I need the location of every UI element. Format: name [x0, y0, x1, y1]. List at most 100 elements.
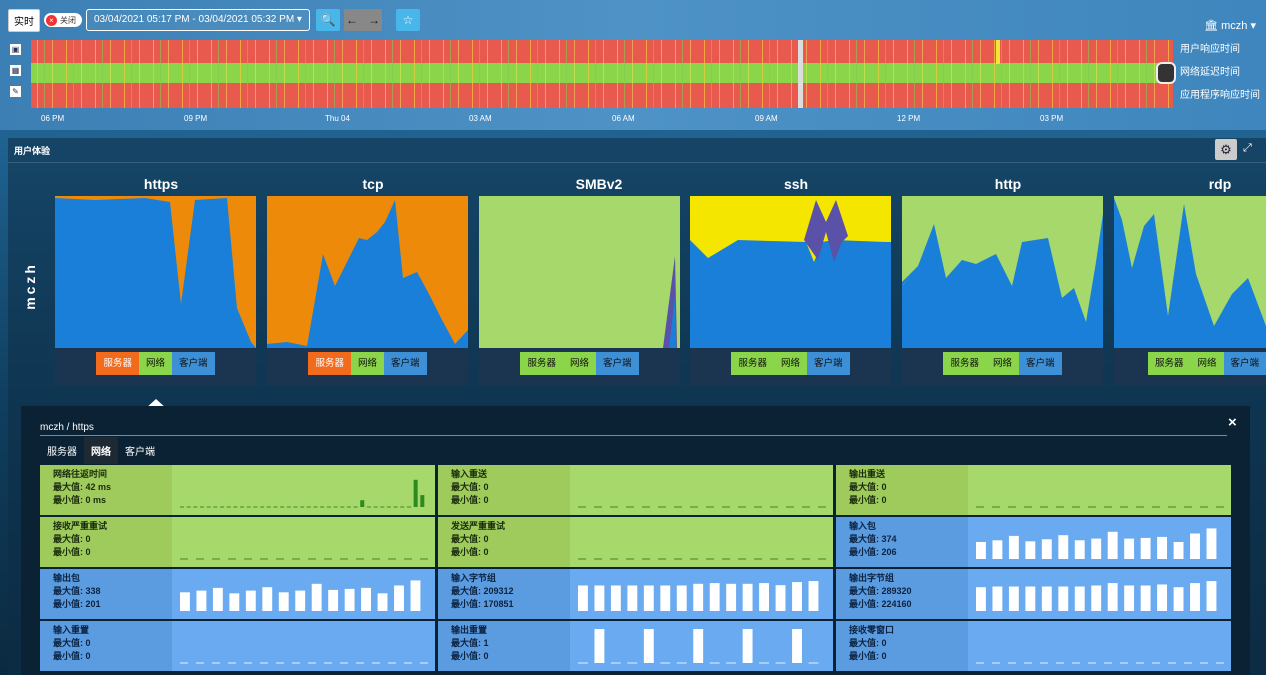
- square-view-icon[interactable]: ▣: [10, 44, 21, 55]
- legend-server[interactable]: 服务器: [943, 352, 986, 375]
- max-label: 最大值:: [53, 482, 83, 492]
- metric-name: 输出包: [53, 573, 81, 583]
- close-icon[interactable]: ×: [1228, 414, 1237, 431]
- timeline-gap: [798, 40, 803, 108]
- legend-server[interactable]: 服务器: [1148, 352, 1191, 375]
- legend-server[interactable]: 服务器: [731, 352, 774, 375]
- legend-network[interactable]: 网络: [985, 352, 1019, 375]
- arrow-left-icon[interactable]: ←: [346, 13, 358, 27]
- sparkline: [976, 662, 1224, 664]
- spark-bar: [1107, 583, 1118, 611]
- spark-bar: [1058, 586, 1069, 611]
- metric-label: 网络往返时间 最大值: 42 ms 最小值: 0 ms: [40, 465, 172, 515]
- legend-network[interactable]: 网络: [1190, 352, 1224, 375]
- time-tick: Thu 04: [325, 114, 350, 123]
- timeline-slider-handle[interactable]: [1156, 62, 1176, 84]
- metric-cell[interactable]: 输入包 最大值: 374 最小值: 206: [836, 517, 1231, 567]
- max-value: 0: [881, 638, 887, 648]
- legend-network[interactable]: 网络: [138, 352, 172, 375]
- tab-network[interactable]: 网络: [84, 437, 118, 464]
- legend-client[interactable]: 客户端: [807, 352, 850, 375]
- star-icon[interactable]: ☆: [395, 9, 420, 31]
- min-label: 最小值:: [53, 547, 83, 557]
- metric-min: 最小值: 224160: [849, 598, 968, 611]
- min-value: 0: [483, 547, 489, 557]
- spark-bar: [1157, 536, 1168, 559]
- metric-max: 最大值: 0: [451, 533, 570, 546]
- spark-bar: [1157, 584, 1168, 611]
- protocol-tile-https[interactable]: 服务器 网络 客户端: [55, 196, 256, 386]
- spark-bar: [693, 629, 704, 663]
- tab-client[interactable]: 客户端: [118, 437, 162, 464]
- metric-cell[interactable]: 输出重送 最大值: 0 最小值: 0: [836, 465, 1231, 515]
- spark-bar: [1124, 585, 1135, 611]
- legend-network[interactable]: 网络: [562, 352, 596, 375]
- live-button[interactable]: 实时: [8, 8, 40, 32]
- live-toggle[interactable]: × 关闭: [44, 13, 82, 27]
- metric-max: 最大值: 0: [53, 637, 172, 650]
- protocol-title: rdp: [1208, 176, 1232, 192]
- metric-cell[interactable]: 网络往返时间 最大值: 42 ms 最小值: 0 ms: [40, 465, 435, 515]
- legend-network[interactable]: 网络: [350, 352, 384, 375]
- protocol-tile-tcp[interactable]: 服务器 网络 客户端: [267, 196, 468, 386]
- zoom-icon[interactable]: 🔍: [315, 9, 340, 31]
- area-chart: [690, 196, 891, 348]
- tab-server[interactable]: 服务器: [40, 437, 84, 464]
- legend-client[interactable]: 客户端: [1223, 352, 1266, 375]
- spark-bar: [328, 589, 339, 611]
- sparkline: [976, 506, 1224, 508]
- close-icon: ×: [46, 14, 57, 26]
- legend-client[interactable]: 客户端: [596, 352, 639, 375]
- max-label: 最大值:: [451, 638, 481, 648]
- metric-max: 最大值: 0: [849, 637, 968, 650]
- expand-icon[interactable]: ⤢: [1243, 142, 1252, 155]
- legend-server[interactable]: 服务器: [96, 352, 139, 375]
- metric-cell[interactable]: 输入重送 最大值: 0 最小值: 0: [438, 465, 833, 515]
- legend-server[interactable]: 服务器: [308, 352, 351, 375]
- metric-cell[interactable]: 输出字节组 最大值: 289320 最小值: 224160: [836, 569, 1231, 619]
- protocol-tile-http[interactable]: 服务器 网络 客户端: [902, 196, 1103, 386]
- metric-cell[interactable]: 发送严重重试 最大值: 0 最小值: 0: [438, 517, 833, 567]
- min-label: 最小值:: [53, 651, 83, 661]
- spark-bar: [1140, 537, 1151, 559]
- gear-icon[interactable]: ⚙: [1215, 139, 1237, 160]
- metric-cell[interactable]: 输出重置 最大值: 1 最小值: 0: [438, 621, 833, 671]
- time-tick: 03 PM: [1040, 114, 1064, 123]
- protocol-tile-rdp[interactable]: 服务器 网络 客户端: [1114, 196, 1266, 386]
- protocol-tile-smbv2[interactable]: 服务器 网络 客户端: [479, 196, 680, 386]
- metric-label: 输入包 最大值: 374 最小值: 206: [836, 517, 968, 567]
- legend-network[interactable]: 网络: [773, 352, 807, 375]
- spark-bar: [775, 585, 786, 611]
- legend-server[interactable]: 服务器: [520, 352, 563, 375]
- metric-label: 输出重置 最大值: 1 最小值: 0: [438, 621, 570, 671]
- max-value: 0: [881, 482, 887, 492]
- tile-legend: 服务器 网络 客户端: [479, 352, 680, 375]
- metric-cell[interactable]: 接收零窗口 最大值: 0 最小值: 0: [836, 621, 1231, 671]
- min-label: 最小值:: [849, 495, 879, 505]
- timeline-chart[interactable]: [31, 40, 1173, 108]
- arrow-right-icon[interactable]: →: [368, 13, 380, 27]
- spark-bar: [1091, 585, 1102, 611]
- metric-min: 最小值: 0: [849, 650, 968, 663]
- legend-client[interactable]: 客户端: [172, 352, 215, 375]
- metric-cell[interactable]: 输出包 最大值: 338 最小值: 201: [40, 569, 435, 619]
- time-range-dropdown[interactable]: 03/04/2021 05:17 PM - 03/04/2021 05:32 P…: [86, 9, 310, 31]
- metric-cell[interactable]: 输入字节组 最大值: 209312 最小值: 170851: [438, 569, 833, 619]
- legend-client[interactable]: 客户端: [1019, 352, 1062, 375]
- metric-cell[interactable]: 输入重置 最大值: 0 最小值: 0: [40, 621, 435, 671]
- protocol-tile-ssh[interactable]: 服务器 网络 客户端: [690, 196, 891, 386]
- edit-icon[interactable]: ✎: [10, 86, 21, 97]
- min-label: 最小值:: [849, 547, 879, 557]
- spark-bar: [992, 540, 1003, 559]
- max-value: 209312: [483, 586, 514, 596]
- area-chart: [479, 196, 680, 348]
- spark-bar: [1140, 585, 1151, 611]
- time-tick: 09 AM: [755, 114, 778, 123]
- metric-cell[interactable]: 接收严重重试 最大值: 0 最小值: 0: [40, 517, 435, 567]
- spark-bar: [1008, 586, 1019, 611]
- grid-view-icon[interactable]: ▦: [10, 65, 21, 76]
- spark-bar: [295, 590, 306, 611]
- spark-bar: [1025, 586, 1036, 611]
- user-menu[interactable]: 🏛 mczh ▾: [1204, 19, 1256, 32]
- legend-client[interactable]: 客户端: [384, 352, 427, 375]
